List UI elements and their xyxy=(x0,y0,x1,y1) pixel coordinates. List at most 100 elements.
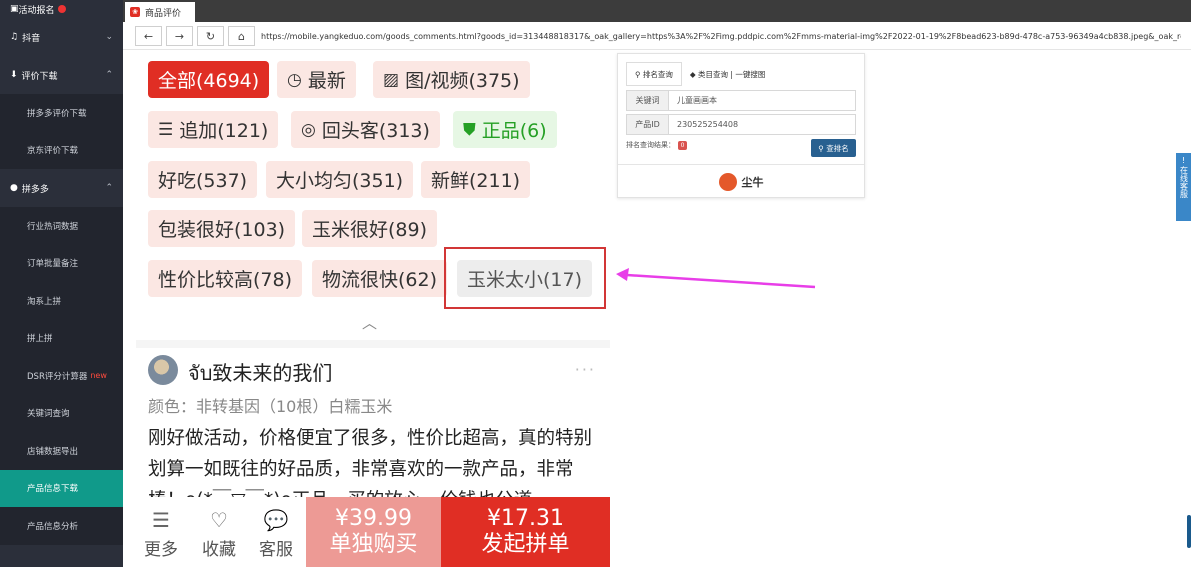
filter-corn-good[interactable]: 玉米很好(89) xyxy=(302,210,438,247)
filter-value[interactable]: 性价比较高(78) xyxy=(148,260,303,297)
sidebar-item-keyword-query[interactable]: 关键词查询 xyxy=(0,394,123,432)
tag-icon: ◆ xyxy=(689,69,699,79)
sidebar-item-shop-data-export[interactable]: 店铺数据导出 xyxy=(0,432,123,470)
sidebar-item-product-info-download[interactable]: 产品信息下载 xyxy=(0,469,123,507)
sidebar-item-taobao-to-pdd[interactable]: 淘系上拼 xyxy=(0,282,123,320)
sidebar-item-product-info-analysis[interactable]: 产品信息分析 xyxy=(0,507,123,545)
filter-genuine[interactable]: ⛊ 正品(6) xyxy=(453,111,557,148)
chevron-up-icon: ⌃ xyxy=(105,70,113,80)
sidebar-item-dsr-calculator[interactable]: DSR评分计算器 new xyxy=(0,357,123,395)
sidebar-item-pdd-to-pdd[interactable]: 拼上拼 xyxy=(0,319,123,357)
tab-bar: ❀ 商品评价 xyxy=(123,0,1191,22)
chevron-up-icon: ⌃ xyxy=(105,183,113,193)
section-divider xyxy=(136,340,610,348)
group-price: ¥17.31 xyxy=(487,506,564,531)
url-field[interactable]: https://mobile.yangkeduo.com/goods_comme… xyxy=(261,22,1181,50)
forward-button[interactable]: → xyxy=(166,26,193,46)
query-rank-button[interactable]: ⚲ 查排名 xyxy=(811,139,856,157)
filter-append[interactable]: ☰ 追加(121) xyxy=(148,111,279,148)
sidebar: ▣ 活动报名 ♫ 抖音 ⌄ ⬇ 评价下载 ⌃ 拼多多评价下载 京东评价下载 ● … xyxy=(0,0,123,567)
sidebar-item-pdd-review-download[interactable]: 拼多多评价下载 xyxy=(0,94,123,132)
filter-tasty[interactable]: 好吃(537) xyxy=(148,161,258,198)
single-price: ¥39.99 xyxy=(335,506,412,531)
customer-service-button[interactable]: 💬 客服 xyxy=(251,507,301,560)
sidebar-item-activity[interactable]: ▣ 活动报名 xyxy=(0,0,123,18)
tab-label: 排名查询 xyxy=(642,69,673,79)
start-group-buy-button[interactable]: ¥17.31 发起拼单 xyxy=(441,497,610,567)
online-service-label: 在线客服 xyxy=(1179,166,1189,198)
heart-icon: ♡ xyxy=(210,508,228,532)
buy-single-button[interactable]: ¥39.99 单独购买 xyxy=(306,497,441,567)
more-label: 更多 xyxy=(144,540,178,560)
filter-fresh[interactable]: 新鲜(211) xyxy=(421,161,531,198)
product-id-row: 产品ID 230525254408 xyxy=(626,114,856,135)
filter-media[interactable]: ▨ 图/视频(375) xyxy=(373,61,530,98)
tab-category-query[interactable]: ◆ 类目查询 | 一键搜图 xyxy=(682,62,773,86)
sidebar-item-jd-review-download[interactable]: 京东评价下载 xyxy=(0,131,123,169)
filter-logistics[interactable]: 物流很快(62) xyxy=(312,260,448,297)
avatar[interactable] xyxy=(148,355,178,385)
filter-packaging[interactable]: 包装很好(103) xyxy=(148,210,296,247)
sidebar-group-label: 评价下载 xyxy=(21,71,58,82)
search-icon: ⚲ xyxy=(818,143,827,153)
sidebar-item-label: 行业热词数据 xyxy=(27,221,79,232)
sidebar-item-label: 产品信息分析 xyxy=(27,521,79,532)
chevron-up-icon[interactable]: ︿ xyxy=(362,312,377,333)
filter-label: 包装很好(103) xyxy=(158,219,286,241)
arrow-left-icon: ← xyxy=(143,29,154,43)
reload-button[interactable]: ↻ xyxy=(197,26,224,46)
sidebar-item-label: 活动报名 xyxy=(18,5,55,16)
filter-size-even[interactable]: 大小均匀(351) xyxy=(266,161,414,198)
review-spec: 颜色：非转基因（10根）白糯玉米 xyxy=(148,397,393,416)
rank-button-label: 查排名 xyxy=(826,143,849,153)
sidebar-item-industry-keywords[interactable]: 行业热词数据 xyxy=(0,207,123,245)
sidebar-item-label: 拼多多评价下载 xyxy=(27,108,87,119)
sidebar-item-label: 拼上拼 xyxy=(27,334,53,345)
product-id-input[interactable]: 230525254408 xyxy=(669,115,855,134)
sidebar-item-label: 关键词查询 xyxy=(27,409,70,420)
more-options-icon[interactable]: ··· xyxy=(575,360,596,379)
sidebar-group-label: 拼多多 xyxy=(21,184,49,195)
more-button[interactable]: ☰ 更多 xyxy=(136,507,186,560)
sidebar-item-label: 京东评价下载 xyxy=(27,146,79,157)
filter-repeat-customer[interactable]: ◎ 回头客(313) xyxy=(291,111,440,148)
filter-all[interactable]: 全部(4694) xyxy=(148,61,270,98)
pdd-icon: ● xyxy=(10,183,18,193)
result-badge: 0 xyxy=(678,140,687,150)
online-service-button[interactable]: ! 在线客服 xyxy=(1176,153,1191,221)
repeat-icon: ◎ xyxy=(301,119,316,140)
product-id-label: 产品ID xyxy=(627,115,669,134)
favorite-label: 收藏 xyxy=(202,540,236,560)
new-badge: new xyxy=(90,371,107,381)
favorite-button[interactable]: ♡ 收藏 xyxy=(194,507,244,560)
tab-rank-query[interactable]: ⚲ 排名查询 xyxy=(626,62,682,86)
sidebar-group-review-download[interactable]: ⬇ 评价下载 ⌃ xyxy=(0,56,123,94)
single-label: 单独购买 xyxy=(329,532,418,557)
tab-product-reviews[interactable]: ❀ 商品评价 xyxy=(125,2,195,22)
download-icon: ⬇ xyxy=(10,70,18,80)
filter-label: 大小均匀(351) xyxy=(276,170,404,192)
review-text: 刚好做活动，价格便宜了很多，性价比超高，真的特别划算一如既往的好品质，非常喜欢的… xyxy=(148,428,593,501)
filter-label: 性价比较高(78) xyxy=(158,269,293,291)
keyword-input[interactable]: 儿童画画本 xyxy=(669,91,855,110)
filter-label: 正品(6) xyxy=(481,120,547,142)
rank-query-panel: ⚲ 排名查询 ◆ 类目查询 | 一键搜图 关键词 儿童画画本 产品ID 2305… xyxy=(617,53,865,198)
sidebar-group-douyin[interactable]: ♫ 抖音 ⌄ xyxy=(0,18,123,56)
back-button[interactable]: ← xyxy=(135,26,162,46)
sidebar-item-order-notes[interactable]: 订单批量备注 xyxy=(0,244,123,282)
address-bar: ← → ↻ ⌂ https://mobile.yangkeduo.com/goo… xyxy=(123,22,1191,50)
sidebar-group-pinduoduo[interactable]: ● 拼多多 ⌃ xyxy=(0,169,123,207)
tab-title: 商品评价 xyxy=(145,8,182,19)
sidebar-item-label: DSR评分计算器 xyxy=(27,371,88,382)
sidebar-item-label: 产品信息下载 xyxy=(27,484,79,495)
filter-latest[interactable]: ◷ 最新 xyxy=(277,61,356,98)
review-username: จับ致未来的我们 xyxy=(188,361,333,385)
brand-footer: 尘牛 xyxy=(618,164,864,198)
home-button[interactable]: ⌂ xyxy=(228,26,255,46)
group-label: 发起拼单 xyxy=(481,532,570,557)
keyword-label: 关键词 xyxy=(627,91,669,110)
sidebar-item-label: 淘系上拼 xyxy=(27,296,62,307)
scrollbar-thumb[interactable] xyxy=(1187,515,1191,548)
home-icon: ⌂ xyxy=(238,29,245,43)
shield-check-icon: ⛊ xyxy=(463,119,476,140)
